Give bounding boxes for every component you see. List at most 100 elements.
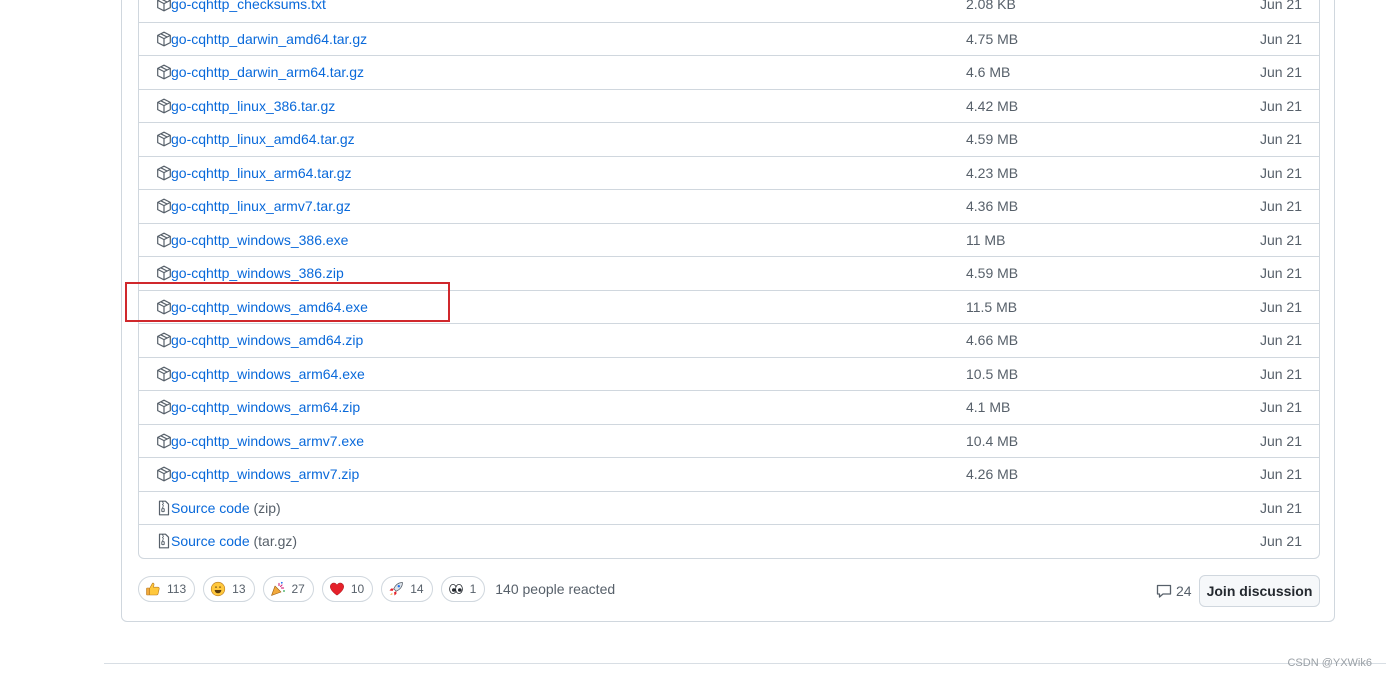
- asset-link[interactable]: go-cqhttp_windows_armv7.exe: [171, 433, 364, 449]
- asset-link[interactable]: go-cqhttp_linux_arm64.tar.gz: [171, 165, 352, 181]
- file-zip-icon: [156, 500, 172, 516]
- source-code-row: Source code (zip) Jun 21: [139, 490, 1319, 525]
- asset-row: go-cqhttp_linux_amd64.tar.gz 4.59 MB Jun 2…: [139, 122, 1319, 156]
- reaction-count: 113: [167, 582, 187, 596]
- reaction-button[interactable]: 27: [262, 576, 314, 602]
- package-icon: [156, 299, 172, 315]
- asset-size: 4.59 MB: [966, 131, 1019, 147]
- asset-row: go-cqhttp_windows_386.exe 11 MB Jun 21: [139, 222, 1319, 257]
- asset-row: go-cqhttp_windows_amd64.zip 4.66 MB Jun 21: [139, 323, 1319, 357]
- asset-link[interactable]: go-cqhttp_darwin_arm64.tar.gz: [171, 64, 364, 80]
- package-icon: [156, 165, 172, 181]
- package-icon: [156, 433, 172, 449]
- source-code-format: (tar.gz): [253, 533, 298, 549]
- asset-date: Jun 21: [1259, 533, 1302, 549]
- assets-list: go-cqhttp_checksums.txt 2.08 KB Jun 21 go-c…: [138, 0, 1320, 559]
- asset-link[interactable]: go-cqhttp_windows_386.exe: [171, 232, 348, 248]
- asset-date: Jun 21: [1259, 164, 1302, 181]
- asset-date: Jun 21: [1259, 231, 1302, 248]
- source-code-label: Source code: [171, 499, 250, 516]
- asset-link[interactable]: go-cqhttp_windows_386.zip: [171, 265, 344, 281]
- asset-row: go-cqhttp_windows_armv7.zip 4.26 MB Jun 21: [139, 457, 1319, 491]
- asset-date: Jun 21: [1259, 97, 1302, 114]
- asset-date: Jun 21: [1259, 298, 1302, 315]
- reaction-button[interactable]: 13: [203, 576, 255, 602]
- package-icon: [156, 131, 172, 147]
- source-code-row: Source code (tar.gz) Jun 21: [139, 524, 1319, 558]
- asset-size: 10.4 MB: [966, 432, 1019, 449]
- source-code-link[interactable]: Source code (zip): [171, 500, 281, 516]
- asset-link[interactable]: go-cqhttp_windows_arm64.exe: [171, 366, 365, 382]
- asset-link[interactable]: go-cqhttp_windows_armv7.zip: [171, 466, 359, 482]
- reactions-bar: 113 13 27 10 14 1 140 people reacted: [138, 576, 615, 602]
- reaction-button[interactable]: 113: [138, 576, 196, 602]
- footer-divider: [104, 663, 1386, 664]
- join-discussion-button[interactable]: Join discussion: [1199, 575, 1320, 607]
- source-code-format: (zip): [253, 499, 281, 516]
- asset-date: Jun 21: [1259, 365, 1302, 382]
- asset-row: go-cqhttp_linux_386.tar.gz 4.42 MB Jun 21: [139, 88, 1319, 123]
- asset-date: Jun 21: [1259, 499, 1302, 516]
- reaction-count: 13: [232, 582, 246, 596]
- reaction-button[interactable]: 10: [321, 576, 374, 602]
- asset-link[interactable]: go-cqhttp_linux_armv7.tar.gz: [171, 198, 351, 214]
- asset-row: go-cqhttp_checksums.txt 2.08 KB Jun 21: [139, 0, 1319, 22]
- asset-link[interactable]: go-cqhttp_windows_arm64.zip: [171, 399, 360, 415]
- reaction-count: 27: [291, 582, 305, 596]
- comment-icon: [1156, 584, 1172, 598]
- asset-link[interactable]: go-cqhttp_linux_amd64.tar.gz: [171, 131, 355, 147]
- source-code-label: Source code: [171, 533, 250, 549]
- asset-size: 4.26 MB: [966, 466, 1019, 482]
- rocket-icon: [388, 581, 404, 597]
- asset-size: 4.36 MB: [966, 198, 1019, 214]
- asset-link[interactable]: go-cqhttp_windows_amd64.exe: [171, 299, 368, 315]
- asset-link[interactable]: go-cqhttp_checksums.txt: [171, 0, 326, 12]
- thumbs-up-icon: [145, 581, 161, 597]
- asset-date: Jun 21: [1259, 198, 1302, 214]
- reaction-button[interactable]: 1: [440, 576, 486, 602]
- asset-row: go-cqhttp_windows_arm64.exe 10.5 MB Jun 21: [139, 356, 1319, 391]
- asset-date: Jun 21: [1259, 265, 1302, 281]
- asset-date: Jun 21: [1259, 399, 1302, 415]
- package-icon: [156, 198, 172, 214]
- asset-date: Jun 21: [1259, 0, 1302, 12]
- asset-row: go-cqhttp_linux_arm64.tar.gz 4.23 MB Jun 2…: [139, 155, 1319, 190]
- reaction-count: 1: [469, 582, 477, 596]
- asset-row: go-cqhttp_windows_armv7.exe 10.4 MB Jun 21: [139, 423, 1319, 458]
- asset-row: go-cqhttp_windows_arm64.zip 4.1 MB Jun 21: [139, 390, 1319, 424]
- asset-size: 11 MB: [966, 231, 1006, 248]
- watermark: CSDN @YXWik6: [1287, 657, 1372, 669]
- asset-row: go-cqhttp_darwin_arm64.tar.gz 4.6 MB Jun 2…: [139, 55, 1319, 89]
- reaction-count: 10: [350, 582, 365, 596]
- asset-date: Jun 21: [1259, 131, 1302, 147]
- source-code-link[interactable]: Source code (tar.gz): [171, 533, 297, 549]
- package-icon: [156, 466, 172, 482]
- asset-size: 4.59 MB: [966, 265, 1019, 281]
- asset-size: 4.42 MB: [966, 97, 1019, 114]
- asset-row: go-cqhttp_windows_amd64.exe 11.5 MB Jun 21: [139, 289, 1319, 324]
- package-icon: [156, 399, 172, 415]
- asset-date: Jun 21: [1259, 30, 1302, 47]
- reacted-summary: 140 people reacted: [495, 581, 616, 597]
- package-icon: [156, 31, 172, 47]
- reaction-button[interactable]: 14: [381, 576, 433, 602]
- package-icon: [156, 366, 172, 382]
- asset-size: 4.1 MB: [966, 399, 1011, 415]
- file-zip-icon: [156, 533, 172, 549]
- asset-link[interactable]: go-cqhttp_linux_386.tar.gz: [171, 98, 335, 114]
- asset-link[interactable]: go-cqhttp_darwin_amd64.tar.gz: [171, 31, 367, 47]
- smile-icon: [210, 581, 226, 597]
- asset-date: Jun 21: [1259, 432, 1302, 449]
- asset-size: 4.6 MB: [966, 64, 1011, 80]
- package-icon: [156, 332, 172, 348]
- comments-count[interactable]: 24: [1156, 583, 1192, 599]
- package-icon: [156, 232, 172, 248]
- asset-date: Jun 21: [1259, 466, 1302, 482]
- tada-icon: [270, 581, 286, 597]
- asset-size: 10.5 MB: [966, 365, 1019, 382]
- asset-size: 4.75 MB: [966, 30, 1019, 47]
- asset-date: Jun 21: [1259, 332, 1302, 348]
- asset-date: Jun 21: [1259, 64, 1302, 80]
- heart-icon: [329, 581, 345, 597]
- asset-link[interactable]: go-cqhttp_windows_amd64.zip: [171, 332, 363, 348]
